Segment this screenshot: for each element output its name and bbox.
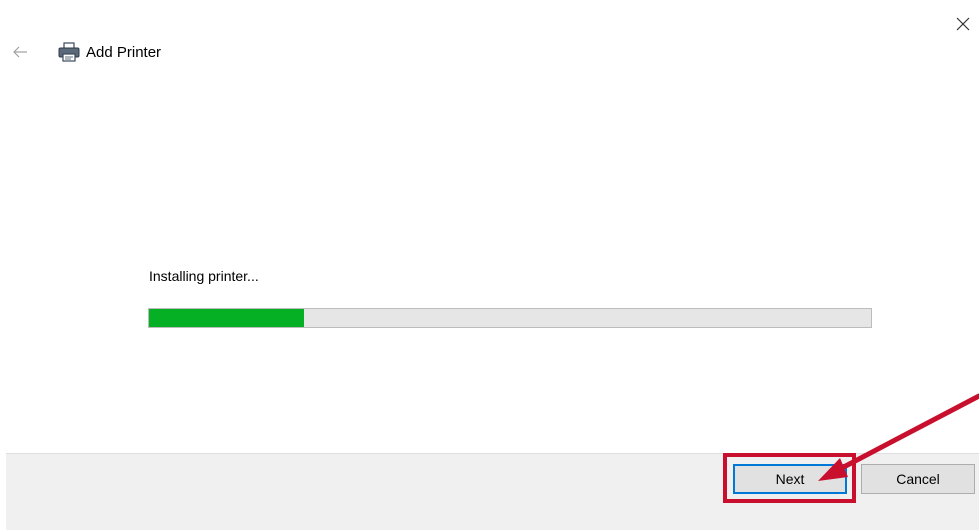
close-button[interactable] xyxy=(953,14,973,34)
cancel-button[interactable]: Cancel xyxy=(861,464,975,494)
install-progress-bar xyxy=(148,308,872,328)
next-button[interactable]: Next xyxy=(733,464,847,494)
wizard-header: Add Printer xyxy=(10,40,161,64)
back-arrow-icon xyxy=(13,46,27,58)
status-text: Installing printer... xyxy=(149,268,259,284)
annotation-arrow xyxy=(818,393,979,481)
back-button[interactable] xyxy=(10,42,30,62)
add-printer-window: Add Printer Installing printer... Next C… xyxy=(0,0,979,530)
page-title: Add Printer xyxy=(86,43,162,61)
close-icon xyxy=(956,17,970,31)
printer-icon xyxy=(58,42,80,62)
progress-fill xyxy=(149,309,305,327)
